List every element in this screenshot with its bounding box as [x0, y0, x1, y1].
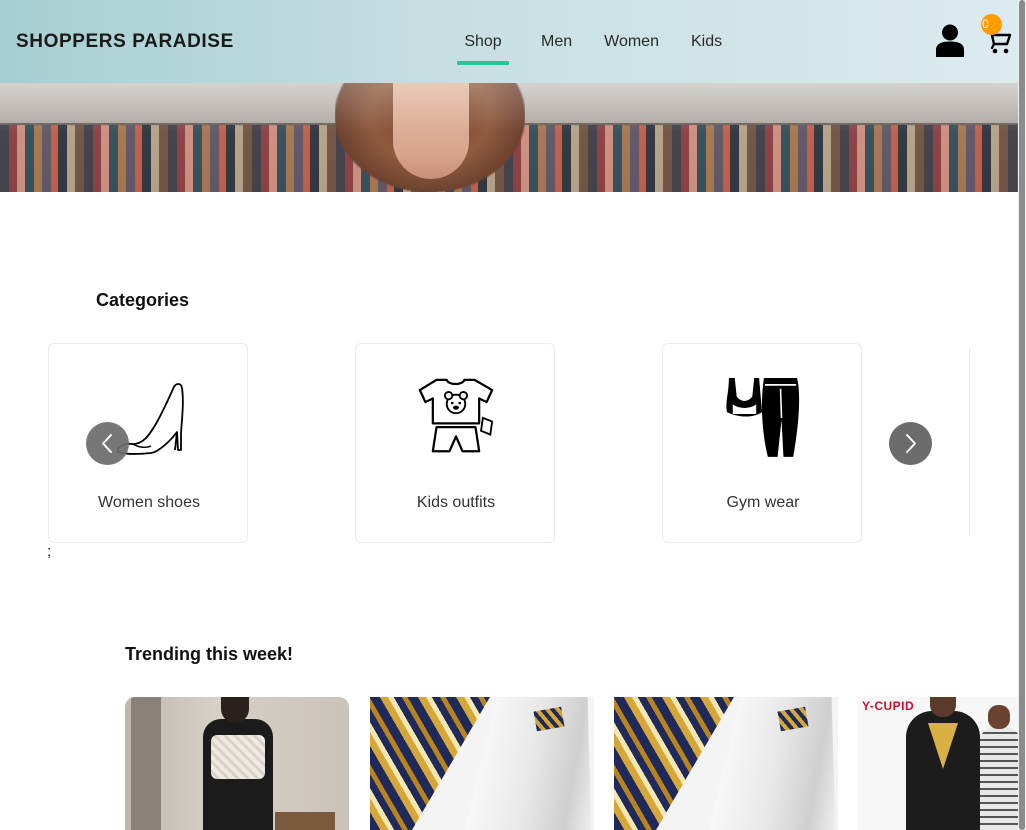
product-brand-logo: Y-CUPID — [862, 699, 915, 713]
wooden-shelf — [275, 812, 335, 830]
chevron-right-icon — [906, 434, 916, 453]
categories-heading: Categories — [96, 290, 190, 310]
white-shirt-sleeve — [709, 697, 836, 830]
category-label: Women shoes — [98, 494, 200, 511]
category-card-gym-wear[interactable]: Gym wear — [662, 343, 862, 543]
knit-vest — [211, 735, 265, 779]
active-nav-indicator — [457, 61, 509, 65]
category-card-kids-outfits[interactable]: Kids outfits — [355, 343, 555, 543]
carousel-next-button[interactable] — [889, 422, 932, 465]
model-woman-head — [988, 705, 1010, 729]
category-label: Kids outfits — [416, 494, 496, 511]
trending-product-image[interactable] — [370, 697, 594, 830]
hero-banner — [0, 83, 1018, 192]
category-card-women-shoes[interactable]: Women shoes — [48, 343, 248, 543]
next-category-card-edge — [969, 348, 970, 536]
white-shirt-sleeve — [465, 697, 592, 830]
model-woman-dress — [978, 727, 1018, 830]
category-label: Gym wear — [726, 494, 800, 511]
cart-count-badge: 0 — [981, 14, 1002, 35]
brand-logo[interactable]: SHOPPERS PARADISE — [16, 31, 234, 53]
mirror-frame — [131, 697, 161, 830]
kids-outfit-icon — [418, 378, 494, 453]
main-nav: Shop Men Women Kids — [457, 0, 722, 83]
carousel-prev-button[interactable] — [86, 422, 129, 465]
scrollbar-thumb[interactable] — [1019, 0, 1025, 830]
user-icon[interactable] — [934, 23, 966, 57]
page-scrollbar[interactable] — [1018, 0, 1026, 830]
hero-overlay — [0, 83, 1018, 192]
nav-women[interactable]: Women — [604, 0, 659, 83]
trending-product-image[interactable]: Y-CUPID — [858, 697, 1018, 830]
trending-heading: Trending this week! — [125, 644, 294, 664]
nav-shop[interactable]: Shop — [457, 0, 509, 83]
trending-product-image[interactable] — [125, 697, 349, 830]
gym-wear-icon — [726, 378, 800, 457]
stray-semicolon: ; — [47, 543, 52, 560]
site-header: SHOPPERS PARADISE Shop Men Women Kids 0 — [0, 0, 1018, 83]
nav-kids[interactable]: Kids — [691, 0, 722, 83]
nav-shop-label: Shop — [464, 33, 502, 50]
nav-men[interactable]: Men — [541, 0, 572, 83]
chevron-left-icon — [102, 434, 112, 453]
trending-product-image[interactable] — [614, 697, 838, 830]
